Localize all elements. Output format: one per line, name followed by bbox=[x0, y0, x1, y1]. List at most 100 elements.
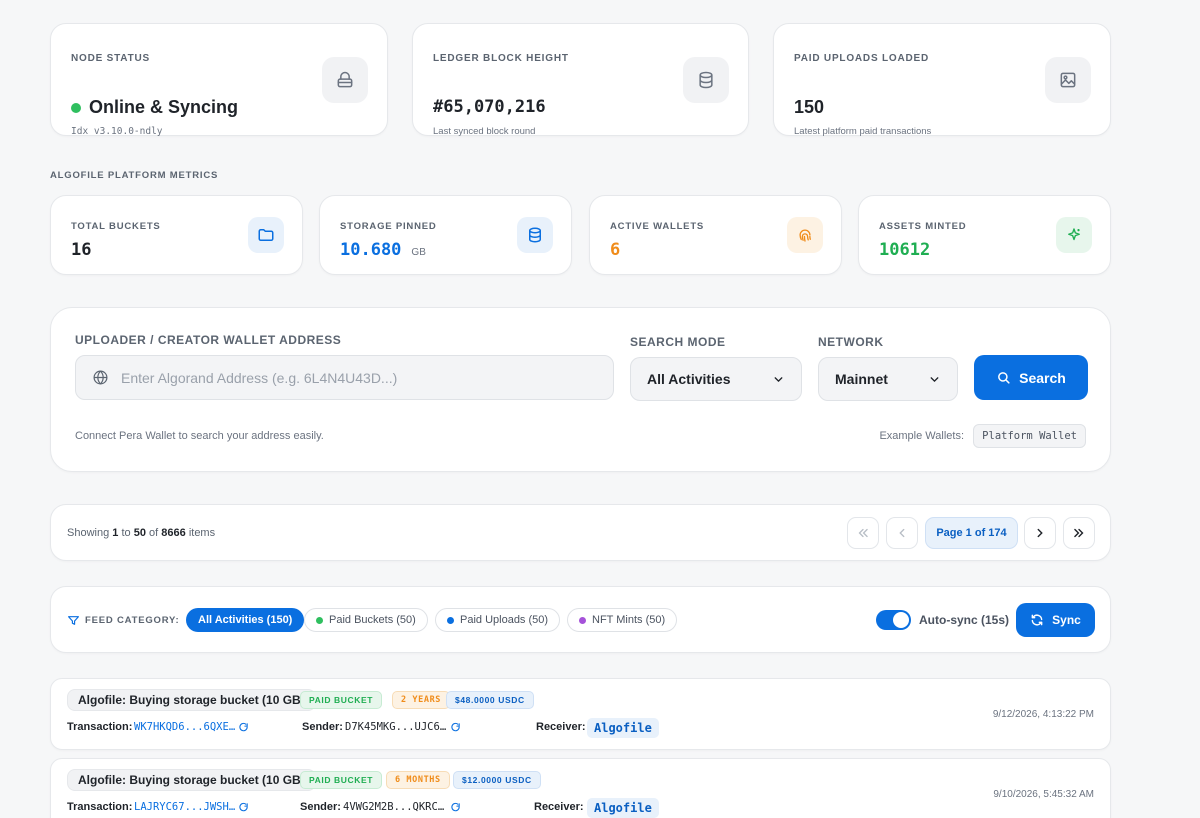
metric-label: ACTIVE WALLETS bbox=[610, 221, 705, 232]
autosync-toggle[interactable] bbox=[876, 610, 911, 630]
node-version: Idx v3.10.0-ndly bbox=[71, 126, 163, 137]
showing-text: Showing 1 to 50 of 8666 items bbox=[67, 527, 215, 539]
refresh-icon bbox=[1031, 614, 1043, 626]
copy-icon[interactable] bbox=[450, 722, 461, 733]
sender-label: Sender: bbox=[300, 801, 341, 813]
copy-icon[interactable] bbox=[238, 722, 249, 733]
receiver-label: Receiver: bbox=[534, 801, 584, 813]
showing-of-word: of bbox=[149, 527, 159, 539]
last-page-button[interactable] bbox=[1063, 517, 1095, 549]
sender-address[interactable]: 4VWG2M2B...QKRC… bbox=[343, 801, 444, 813]
showing-items-word: items bbox=[188, 527, 216, 539]
feed-filter-bar: FEED CATEGORY: All Activities (150) Paid… bbox=[50, 586, 1111, 653]
example-wallet-chip[interactable]: Platform Wallet bbox=[973, 424, 1086, 448]
receiver-label: Receiver: bbox=[536, 721, 586, 733]
node-status-label: NODE STATUS bbox=[71, 53, 150, 64]
amount-tag: $48.0000 USDC bbox=[446, 691, 534, 709]
node-status-value: Online & Syncing bbox=[89, 97, 239, 117]
search-mode-label: SEARCH MODE bbox=[630, 335, 726, 349]
tx-label: Transaction: bbox=[67, 721, 133, 733]
showing-from: 1 bbox=[112, 527, 119, 539]
sparkle-icon bbox=[1056, 217, 1092, 253]
type-tag: PAID BUCKET bbox=[300, 771, 383, 789]
transaction-date: 9/12/2026, 4:13:22 PM bbox=[992, 709, 1094, 720]
network-value: Mainnet bbox=[835, 371, 888, 387]
sender-address[interactable]: D7K45MKG...UJC6… bbox=[345, 721, 446, 733]
page-indicator: Page 1 of 174 bbox=[925, 517, 1018, 549]
filter-label: All Activities (150) bbox=[198, 614, 293, 626]
search-button-label: Search bbox=[1019, 369, 1066, 386]
metric-unit: GB bbox=[411, 247, 426, 258]
chevron-down-icon bbox=[930, 376, 939, 382]
transaction-row[interactable]: Algofile: Buying storage bucket (10 GB) … bbox=[50, 678, 1111, 750]
showing-total: 8666 bbox=[161, 527, 186, 539]
filter-nft-mints[interactable]: NFT Mints (50) bbox=[567, 608, 678, 632]
metric-active-wallets: ACTIVE WALLETS 6 bbox=[589, 195, 842, 275]
sync-button-label: Sync bbox=[1052, 613, 1081, 627]
network-select[interactable]: Mainnet bbox=[818, 357, 958, 401]
transaction-title: Algofile: Buying storage bucket (10 GB) bbox=[67, 769, 316, 791]
database-icon bbox=[517, 217, 553, 253]
receiver-chip[interactable]: Algofile bbox=[587, 798, 659, 818]
next-page-button[interactable] bbox=[1024, 517, 1056, 549]
metric-total-buckets: TOTAL BUCKETS 16 bbox=[50, 195, 303, 275]
metric-label: STORAGE PINNED bbox=[340, 221, 437, 232]
search-icon bbox=[998, 372, 1010, 384]
copy-icon[interactable] bbox=[238, 802, 249, 813]
image-icon bbox=[1045, 57, 1091, 103]
paid-uploads-sub: Latest platform paid transactions bbox=[794, 126, 932, 137]
tx-id-link[interactable]: LAJRYC67...JWSH… bbox=[134, 801, 235, 813]
tx-label: Transaction: bbox=[67, 801, 133, 813]
filter-paid-buckets[interactable]: Paid Buckets (50) bbox=[304, 608, 428, 632]
metric-value: 10.680 bbox=[340, 240, 402, 260]
search-panel: UPLOADER / CREATOR WALLET ADDRESS Enter … bbox=[50, 307, 1111, 472]
search-mode-select[interactable]: All Activities bbox=[630, 357, 802, 401]
metrics-heading: ALGOFILE PLATFORM METRICS bbox=[50, 170, 219, 181]
globe-icon bbox=[93, 370, 108, 385]
metric-value: 10612 bbox=[879, 240, 931, 260]
status-dot bbox=[579, 616, 586, 624]
ledger-height-sub: Last synced block round bbox=[433, 126, 536, 137]
ledger-height-value: #65,070,216 bbox=[433, 97, 546, 117]
showing-to-word: to bbox=[121, 527, 131, 539]
transaction-title: Algofile: Buying storage bucket (10 GB) bbox=[67, 689, 316, 711]
tx-id-link[interactable]: WK7HKQD6...6QXE… bbox=[134, 721, 235, 733]
copy-icon[interactable] bbox=[450, 802, 461, 813]
pagination-bar: Showing 1 to 50 of 8666 items Page 1 of … bbox=[50, 504, 1111, 561]
node-status-card: NODE STATUS Online & Syncing Idx v3.10.0… bbox=[50, 23, 388, 137]
metric-value: 6 bbox=[610, 240, 621, 260]
sender-label: Sender: bbox=[302, 721, 343, 733]
duration-tag: 2 YEARS bbox=[392, 691, 451, 709]
transaction-row[interactable]: Algofile: Buying storage bucket (10 GB) … bbox=[50, 758, 1111, 818]
toggle-knob bbox=[893, 612, 909, 628]
prev-page-button[interactable] bbox=[886, 517, 918, 549]
metric-label: ASSETS MINTED bbox=[879, 221, 967, 232]
network-label: NETWORK bbox=[818, 335, 884, 349]
chevrons-right-icon bbox=[1074, 528, 1084, 538]
first-page-button[interactable] bbox=[847, 517, 879, 549]
address-label: UPLOADER / CREATOR WALLET ADDRESS bbox=[75, 333, 342, 347]
paid-uploads-value: 150 bbox=[794, 97, 825, 117]
receiver-chip[interactable]: Algofile bbox=[587, 718, 659, 738]
lock-icon bbox=[322, 57, 368, 103]
transaction-date: 9/10/2026, 5:45:32 AM bbox=[993, 789, 1094, 800]
ledger-height-card: LEDGER BLOCK HEIGHT #65,070,216 Last syn… bbox=[412, 23, 749, 137]
chevrons-left-icon bbox=[858, 528, 868, 538]
metric-label: TOTAL BUCKETS bbox=[71, 221, 161, 232]
showing-prefix: Showing bbox=[67, 527, 110, 539]
filter-all-activities[interactable]: All Activities (150) bbox=[186, 608, 305, 632]
fingerprint-icon bbox=[787, 217, 823, 253]
metric-storage-pinned: STORAGE PINNED 10.680 GB bbox=[319, 195, 572, 275]
filter-label: NFT Mints (50) bbox=[592, 614, 666, 626]
filter-label: Paid Buckets (50) bbox=[329, 614, 416, 626]
chevron-right-icon bbox=[1037, 528, 1043, 538]
metric-value-row: 10.680 GB bbox=[340, 240, 426, 260]
sync-button[interactable]: Sync bbox=[1016, 603, 1095, 637]
status-dot bbox=[316, 616, 323, 624]
search-button[interactable]: Search bbox=[974, 355, 1088, 400]
chevron-down-icon bbox=[774, 376, 783, 382]
filter-paid-uploads[interactable]: Paid Uploads (50) bbox=[435, 608, 561, 632]
address-input[interactable]: Enter Algorand Address (e.g. 6L4N4U43D..… bbox=[75, 355, 614, 400]
search-hint: Connect Pera Wallet to search your addre… bbox=[75, 430, 324, 442]
duration-tag: 6 MONTHS bbox=[386, 771, 450, 789]
